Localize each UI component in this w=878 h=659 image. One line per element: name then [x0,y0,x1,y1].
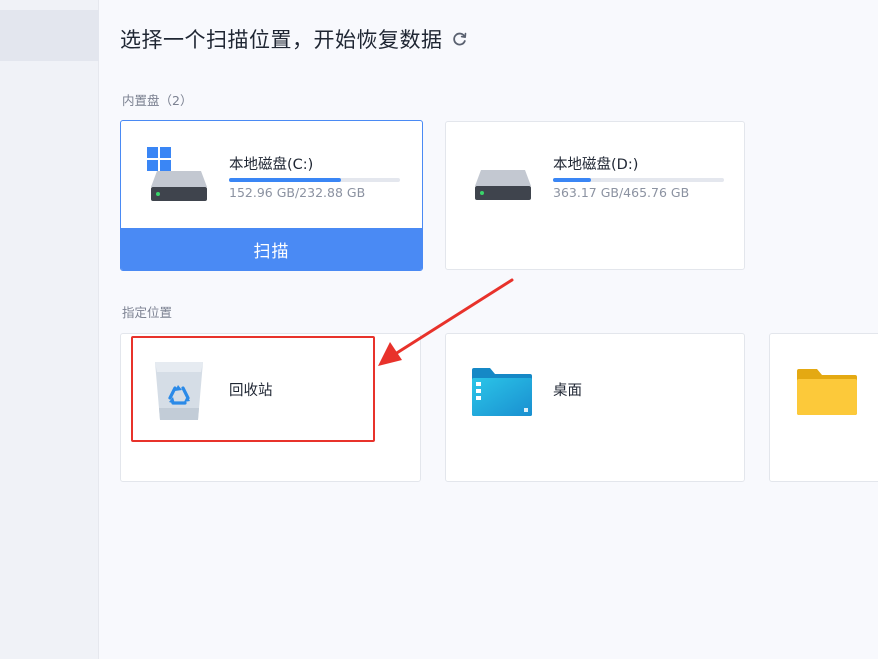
page-title: 选择一个扫描位置，开始恢复数据 [120,24,469,54]
locations-label: 指定位置 [122,305,173,320]
hard-drive-icon [475,170,531,200]
highlight-box [131,336,375,442]
location-name: 桌面 [553,383,582,399]
drive-usage-bar [229,178,400,182]
refresh-icon[interactable] [451,30,469,48]
location-card-folder[interactable] [769,333,878,482]
sidebar-item-active[interactable] [0,10,99,61]
drive-size: 363.17 GB/465.76 GB [553,185,690,200]
drive-name: 本地磁盘(C:) [229,157,314,173]
scan-button[interactable]: 扫描 [121,228,422,270]
sidebar [0,0,99,659]
drive-usage-bar [553,178,724,182]
drive-name: 本地磁盘(D:) [553,157,639,173]
internal-disks-label: 内置盘（2） [122,93,193,108]
annotation-arrow-icon [378,278,514,366]
drive-card-d[interactable]: 本地磁盘(D:) 363.17 GB/465.76 GB [445,121,745,270]
drive-size: 152.96 GB/232.88 GB [229,185,366,200]
folder-icon [797,369,857,415]
page-title-text: 选择一个扫描位置，开始恢复数据 [120,28,443,52]
windows-logo-icon [147,147,171,171]
hard-drive-icon [151,171,207,201]
drive-usage-fill [553,178,591,182]
drive-card-c[interactable]: 本地磁盘(C:) 152.96 GB/232.88 GB 扫描 [120,120,423,271]
drive-usage-fill [229,178,342,182]
